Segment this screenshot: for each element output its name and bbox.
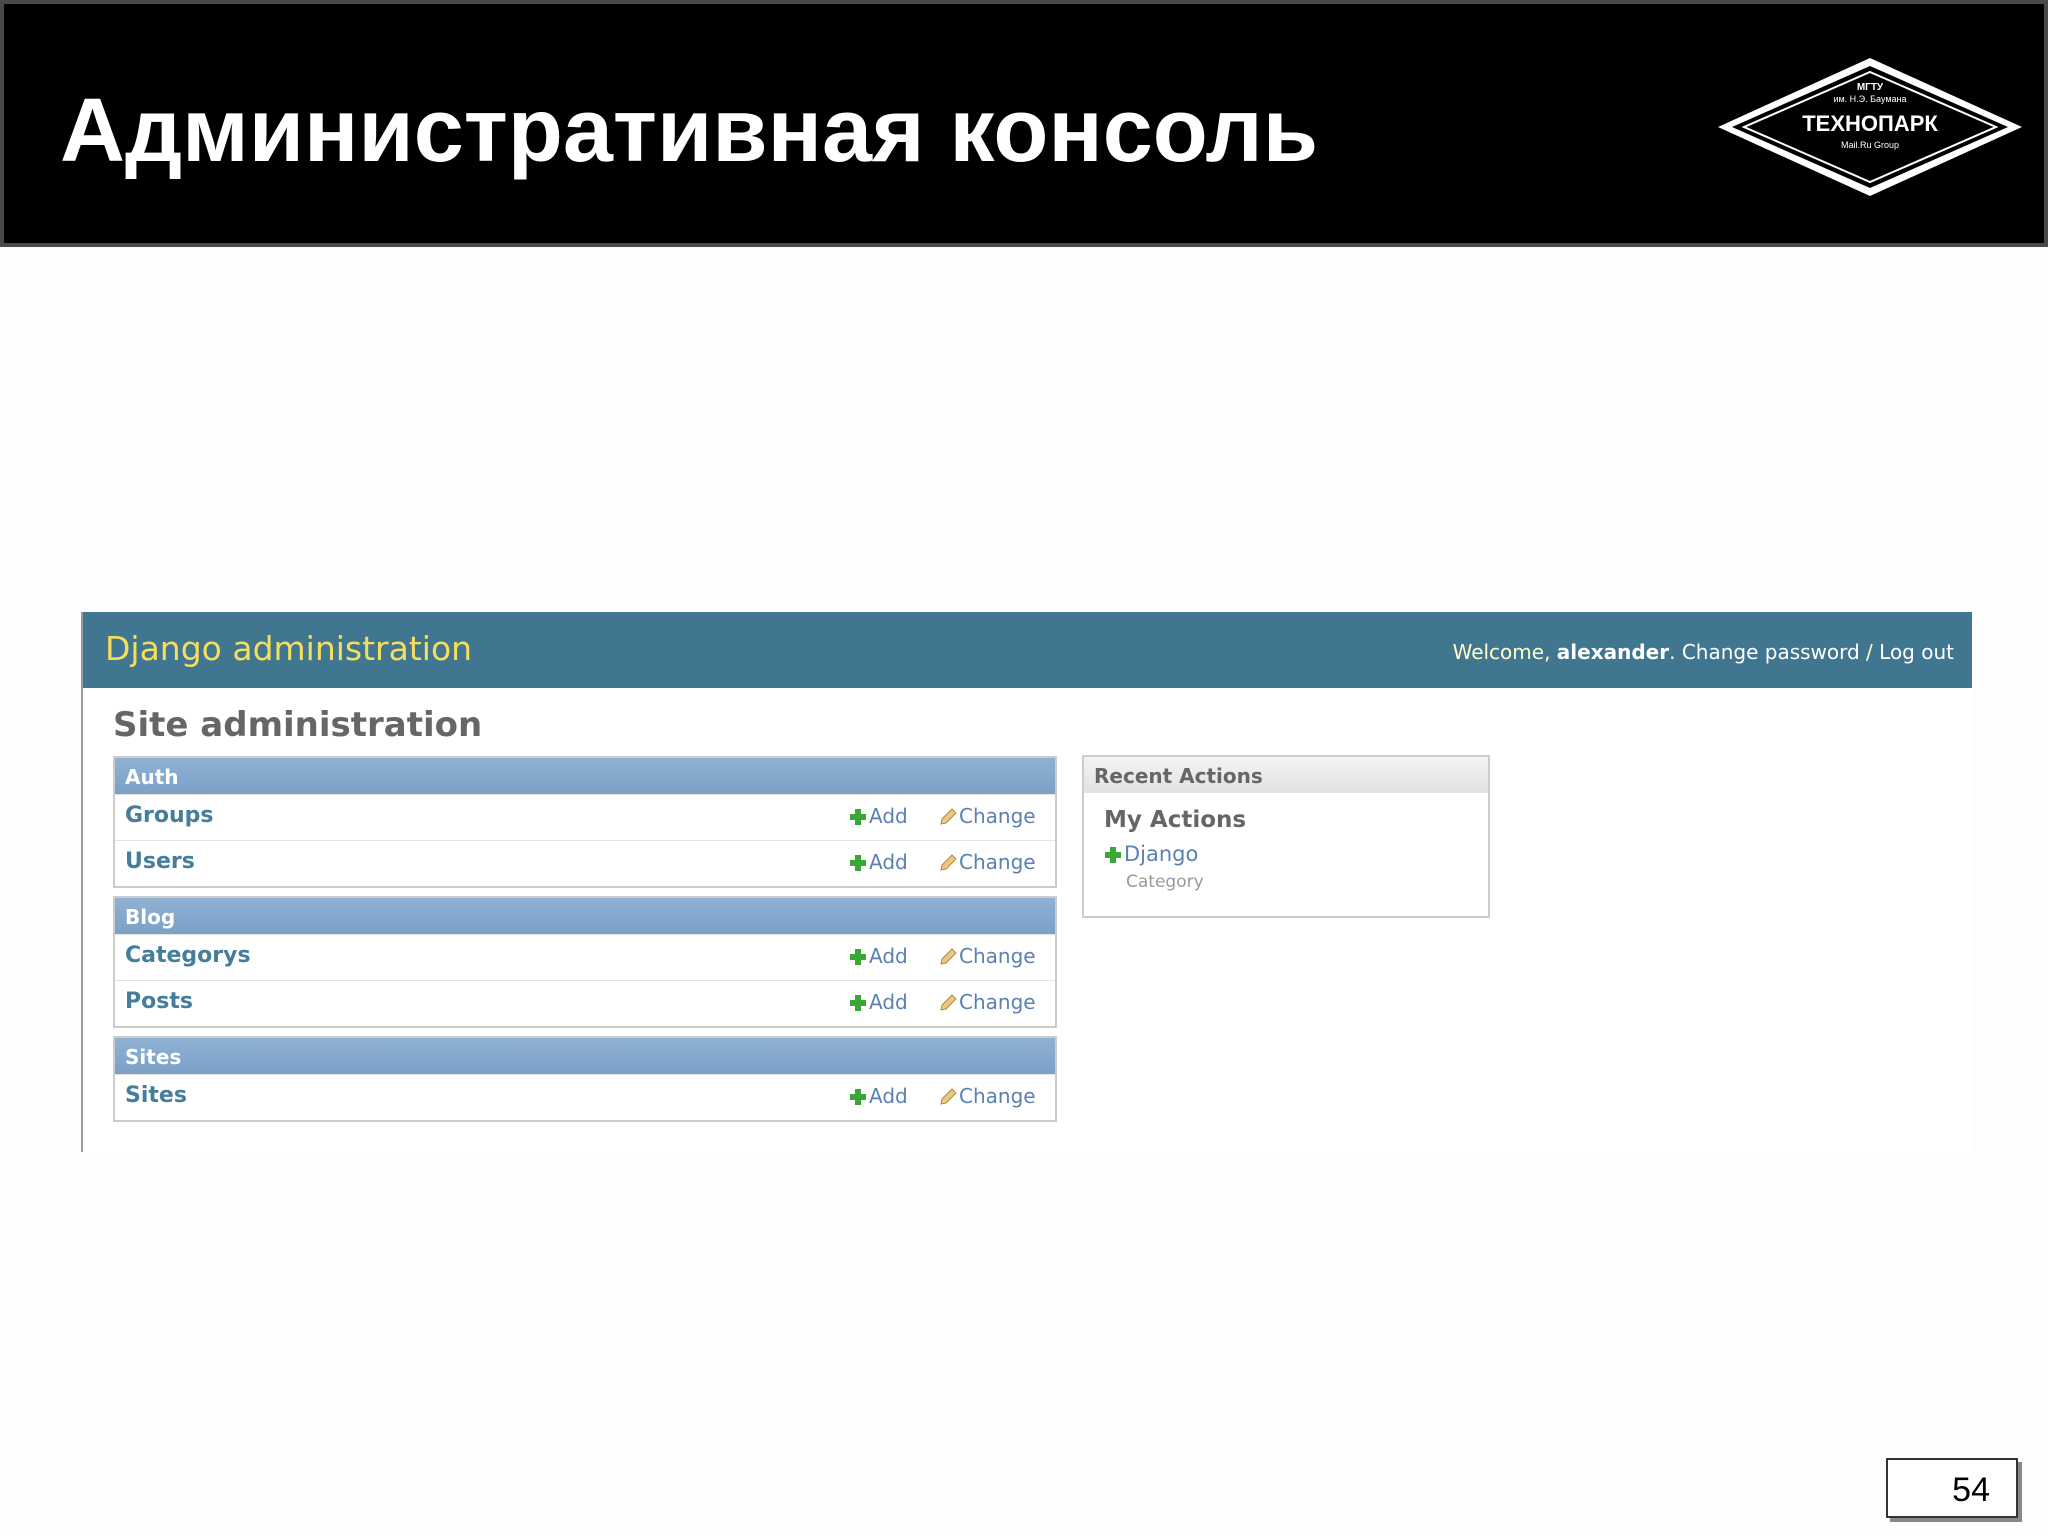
slide-header: Административная консоль МГТУ им. Н.Э. Б… xyxy=(0,0,2048,247)
module-auth: Auth Groups Add Change Users Add Change xyxy=(113,756,1057,888)
slide-title: Административная консоль xyxy=(60,81,1319,181)
welcome-text: Welcome, xyxy=(1452,640,1557,664)
page-number-box: 54 xyxy=(1886,1458,2018,1518)
add-icon xyxy=(850,1089,866,1105)
pencil-icon xyxy=(940,1088,957,1105)
add-icon xyxy=(850,809,866,825)
site-branding[interactable]: Django administration xyxy=(105,628,472,670)
module-caption-sites[interactable]: Sites xyxy=(115,1038,1055,1074)
add-icon xyxy=(1105,847,1121,863)
table-row: Users Add Change xyxy=(115,840,1055,886)
page-title: Site administration xyxy=(113,705,483,745)
table-row: Posts Add Change xyxy=(115,980,1055,1026)
change-posts-button[interactable]: Change xyxy=(939,989,1036,1015)
change-categorys-button[interactable]: Change xyxy=(939,943,1036,969)
pencil-icon xyxy=(940,994,957,1011)
module-blog: Blog Categorys Add Change Posts Add Chan… xyxy=(113,896,1057,1028)
pencil-icon xyxy=(940,808,957,825)
logo-line3: ТЕХНОПАРК xyxy=(1802,111,1938,136)
logout-link[interactable]: Log out xyxy=(1879,640,1954,664)
welcome-punct: . xyxy=(1669,640,1682,664)
table-row: Sites Add Change xyxy=(115,1074,1055,1120)
page-number: 54 xyxy=(1952,1471,1990,1509)
logo-line2: им. Н.Э. Баумана xyxy=(1833,94,1906,104)
add-sites-button[interactable]: Add xyxy=(849,1083,908,1109)
table-row: Groups Add Change xyxy=(115,794,1055,840)
model-link-categorys[interactable]: Categorys xyxy=(125,941,251,971)
recent-actions-caption: Recent Actions xyxy=(1084,757,1488,793)
change-groups-button[interactable]: Change xyxy=(939,803,1036,829)
technopark-logo: МГТУ им. Н.Э. Баумана ТЕХНОПАРК Mail.Ru … xyxy=(1716,56,2024,198)
model-link-sites[interactable]: Sites xyxy=(125,1081,187,1111)
recent-action-link[interactable]: Django xyxy=(1104,841,1198,867)
usertools-separator: / xyxy=(1859,640,1880,664)
add-icon xyxy=(850,949,866,965)
module-sites: Sites Sites Add Change xyxy=(113,1036,1057,1122)
pencil-icon xyxy=(940,854,957,871)
recent-actions-panel: Recent Actions My Actions Django Categor… xyxy=(1082,755,1490,918)
add-users-button[interactable]: Add xyxy=(849,849,908,875)
change-sites-button[interactable]: Change xyxy=(939,1083,1036,1109)
django-admin-screenshot: Django administration Welcome, alexander… xyxy=(81,612,1972,1152)
logo-line4: Mail.Ru Group xyxy=(1841,140,1899,150)
model-link-groups[interactable]: Groups xyxy=(125,801,214,831)
module-caption-auth[interactable]: Auth xyxy=(115,758,1055,794)
username: alexander xyxy=(1556,640,1670,664)
change-password-link[interactable]: Change password xyxy=(1682,640,1860,664)
pencil-icon xyxy=(940,948,957,965)
table-row: Categorys Add Change xyxy=(115,934,1055,980)
my-actions-heading: My Actions xyxy=(1104,807,1247,833)
logo-line1: МГТУ xyxy=(1857,82,1884,93)
add-posts-button[interactable]: Add xyxy=(849,989,908,1015)
django-header: Django administration Welcome, alexander… xyxy=(83,612,1972,688)
user-tools: Welcome, alexander. Change password / Lo… xyxy=(1453,640,1954,664)
change-users-button[interactable]: Change xyxy=(939,849,1036,875)
model-link-users[interactable]: Users xyxy=(125,847,195,877)
model-link-posts[interactable]: Posts xyxy=(125,987,193,1017)
recent-action-type: Category xyxy=(1126,872,1204,892)
add-categorys-button[interactable]: Add xyxy=(849,943,908,969)
add-icon xyxy=(850,855,866,871)
add-icon xyxy=(850,995,866,1011)
add-groups-button[interactable]: Add xyxy=(849,803,908,829)
module-caption-blog[interactable]: Blog xyxy=(115,898,1055,934)
